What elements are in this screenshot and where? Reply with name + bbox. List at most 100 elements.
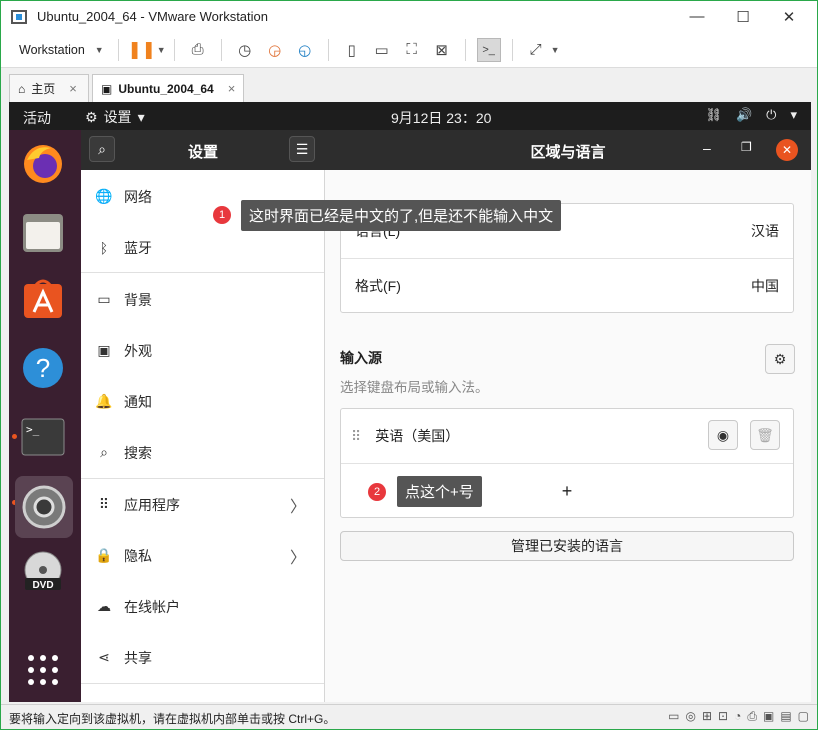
- fit-guest-icon[interactable]: ▢: [798, 709, 809, 724]
- thumbnail-bar-icon[interactable]: ▭: [370, 38, 394, 62]
- sidebar-item-sharing[interactable]: ⋖ 共享: [81, 632, 324, 683]
- clock[interactable]: 9月12日 23：20: [391, 108, 491, 128]
- activities-button[interactable]: 活动: [23, 108, 51, 128]
- sidebar-item-label: 在线帐户: [124, 598, 180, 615]
- preview-layout-button[interactable]: ◉: [708, 420, 738, 450]
- firefox-icon[interactable]: [19, 140, 67, 188]
- toolbar-divider: [327, 38, 329, 61]
- app-menu-label: 设置: [103, 109, 132, 125]
- manage-languages-button[interactable]: 管理已安装的语言: [340, 531, 794, 561]
- close-button[interactable]: ✕: [766, 1, 812, 32]
- network-icon: ⛓: [705, 107, 722, 122]
- chevron-down-icon: ▼: [94, 44, 104, 55]
- chevron-down-icon[interactable]: ▼: [157, 45, 166, 55]
- vm-tabs: ⌂ 主页 × ▣ Ubuntu_2004_64 ×: [9, 74, 811, 102]
- annotation-note-2: 点这个+号: [397, 476, 482, 507]
- hamburger-menu-button[interactable]: ☰: [289, 136, 315, 162]
- background-icon: ▭: [97, 291, 111, 307]
- status-message: 要将输入定向到该虚拟机，请在虚拟机内部单击或按 Ctrl+G。: [9, 712, 336, 726]
- gear-icon: ⚙: [773, 350, 787, 367]
- full-screen-icon[interactable]: ⛶: [400, 38, 424, 62]
- network-adapter-icon[interactable]: ⊞: [702, 709, 712, 724]
- format-value: 中国: [751, 278, 779, 294]
- tab-home[interactable]: ⌂ 主页 ×: [9, 74, 89, 102]
- chevron-down-icon: ▾: [137, 108, 145, 125]
- unity-icon[interactable]: ⊠: [430, 38, 454, 62]
- sidebar-item-label: 蓝牙: [124, 239, 152, 256]
- app-menu[interactable]: ⚙ 设置 ▾: [85, 107, 145, 127]
- title-bar: Ubuntu_2004_64 - VMware Workstation — ☐ …: [1, 1, 817, 32]
- share-icon: ⋖: [98, 649, 110, 665]
- dvd-icon[interactable]: DVD: [19, 548, 67, 596]
- maximize-button[interactable]: ❐: [741, 140, 752, 154]
- settings-icon[interactable]: [15, 476, 73, 538]
- annotation-badge-2: 2: [368, 483, 386, 501]
- maximize-button[interactable]: ☐: [720, 1, 766, 32]
- window-title: Ubuntu_2004_64 - VMware Workstation: [37, 9, 268, 24]
- tab-ubuntu[interactable]: ▣ Ubuntu_2004_64 ×: [92, 74, 244, 102]
- dock: ? >_ DVD: [9, 130, 81, 702]
- volume-icon: 🔊: [735, 107, 753, 122]
- revert-snapshot-icon[interactable]: ◶: [263, 38, 287, 62]
- sidebar-toggle-icon[interactable]: ▯: [340, 38, 364, 62]
- sidebar-item-label: 外观: [124, 342, 152, 359]
- hard-disk-icon[interactable]: ▭: [668, 709, 679, 724]
- printer-icon[interactable]: ⎙: [747, 709, 757, 724]
- help-icon[interactable]: ?: [19, 344, 67, 392]
- stretch-guest-icon[interactable]: ⤢: [524, 38, 548, 62]
- vm-display[interactable]: 活动 ⚙ 设置 ▾ 9月12日 23：20 ⛓ 🔊 ⏻ ▾ ? >_ DVD ⌕…: [9, 102, 811, 702]
- message-log-icon[interactable]: ▤: [780, 709, 791, 724]
- format-row[interactable]: 格式(F) 中国: [341, 259, 793, 313]
- tab-label: 主页: [31, 82, 56, 96]
- workstation-menu[interactable]: Workstation ▼: [13, 39, 110, 61]
- trash-icon: 🗑: [756, 426, 774, 443]
- display-icon[interactable]: ▣: [763, 709, 774, 724]
- sidebar-item-search[interactable]: ⌕ 搜索: [81, 427, 324, 478]
- drag-handle-icon[interactable]: ⠿: [351, 428, 361, 445]
- sidebar-divider: [81, 683, 324, 684]
- sidebar-item-background[interactable]: ▭ 背景: [81, 274, 324, 325]
- pause-icon[interactable]: ❚❚: [127, 38, 156, 62]
- network-icon: 🌐: [95, 188, 113, 204]
- input-sources-heading: 输入源: [340, 350, 382, 366]
- format-label: 格式(F): [355, 278, 401, 294]
- snapshot-icon[interactable]: ◷: [233, 38, 257, 62]
- sound-card-icon[interactable]: ◔: [734, 709, 741, 724]
- sidebar-item-privacy[interactable]: 🔒 隐私 〉: [81, 530, 324, 581]
- software-icon[interactable]: [19, 274, 67, 322]
- gear-icon: ⚙: [85, 108, 98, 125]
- close-icon[interactable]: ×: [69, 81, 77, 96]
- svg-text:?: ?: [36, 353, 50, 383]
- minimize-button[interactable]: —: [674, 1, 720, 32]
- running-indicator: [12, 434, 17, 439]
- sidebar-item-online-accounts[interactable]: ☁ 在线帐户: [81, 581, 324, 632]
- status-bar: 要将输入定向到该虚拟机，请在虚拟机内部单击或按 Ctrl+G。 ▭ ◎ ⊞ ⊡ …: [1, 704, 817, 729]
- home-icon: ⌂: [18, 81, 26, 96]
- files-icon[interactable]: [19, 208, 67, 256]
- send-ctrl-alt-del-icon[interactable]: ⎙: [186, 38, 210, 62]
- system-tray[interactable]: ⛓ 🔊 ⏻ ▾: [705, 107, 797, 123]
- toolbar: Workstation ▼ ❚❚ ▼ ⎙ ◷ ◶ ◵ ▯ ▭ ⛶ ⊠ >_ ⤢ …: [1, 32, 817, 68]
- close-icon[interactable]: ×: [228, 81, 236, 96]
- sidebar-item-label: 应用程序: [124, 496, 180, 513]
- close-button[interactable]: ✕: [776, 139, 798, 161]
- toolbar-divider: [117, 38, 119, 61]
- sidebar-item-appearance[interactable]: ▣ 外观: [81, 325, 324, 376]
- remove-source-button[interactable]: 🗑: [750, 420, 780, 450]
- bluetooth-icon: ᛒ: [99, 239, 109, 256]
- toolbar-divider: [220, 38, 222, 61]
- snapshot-manager-icon[interactable]: ◵: [293, 38, 317, 62]
- console-view-icon[interactable]: >_: [476, 37, 501, 62]
- minimize-button[interactable]: –: [703, 140, 711, 156]
- svg-text:DVD: DVD: [32, 580, 53, 591]
- app-grid-icon[interactable]: [19, 646, 67, 694]
- add-icon: +: [561, 480, 573, 501]
- chevron-right-icon: 〉: [289, 549, 306, 567]
- sidebar-item-applications[interactable]: ⠿ 应用程序 〉: [81, 479, 324, 530]
- cd-dvd-icon[interactable]: ◎: [686, 709, 696, 724]
- sidebar-item-notifications[interactable]: 🔔 通知: [81, 376, 324, 427]
- input-source-options-button[interactable]: ⚙: [765, 344, 795, 374]
- terminal-icon[interactable]: >_: [19, 413, 67, 461]
- chevron-down-icon[interactable]: ▼: [551, 45, 560, 55]
- usb-icon[interactable]: ⊡: [718, 709, 728, 724]
